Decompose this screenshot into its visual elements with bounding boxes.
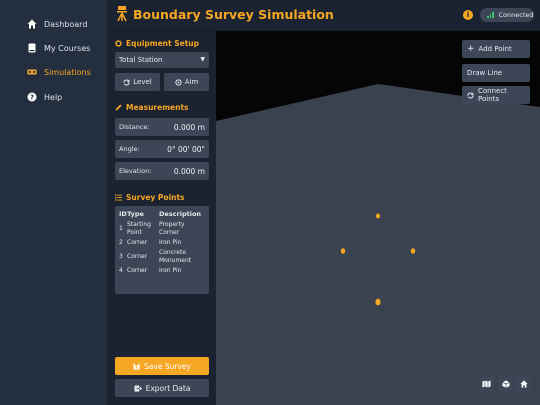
terrain-ground bbox=[216, 84, 540, 405]
equipment-select-value: Total Station bbox=[119, 56, 163, 64]
cell-type: Corner bbox=[127, 267, 148, 274]
ruler-icon bbox=[115, 104, 122, 111]
column-header: Type bbox=[127, 210, 144, 218]
cell-description: Concrete Monument bbox=[159, 249, 192, 264]
draw-line-label: Draw Line bbox=[467, 69, 503, 77]
equipment-select[interactable]: Total Station ▼ bbox=[115, 52, 209, 68]
map-icon bbox=[482, 380, 491, 388]
level-button[interactable]: Level bbox=[115, 73, 160, 91]
svg-text:?: ? bbox=[30, 94, 34, 102]
save-survey-button[interactable]: Save Survey bbox=[115, 357, 209, 375]
angle-readout: Angle: 0° 00' 00" bbox=[115, 140, 209, 158]
sync-icon bbox=[123, 78, 130, 86]
connection-status-text: Connected bbox=[498, 11, 534, 19]
survey-point-marker-1[interactable] bbox=[376, 213, 380, 219]
add-point-label: Add Point bbox=[478, 45, 512, 53]
export-data-label: Export Data bbox=[145, 383, 191, 393]
simulation-viewport[interactable]: + Add Point Draw Line Connect Points bbox=[216, 31, 540, 405]
export-data-button[interactable]: Export Data bbox=[115, 379, 209, 397]
chevron-down-icon: ▼ bbox=[200, 56, 205, 63]
save-icon bbox=[133, 362, 140, 370]
cell-type: Corner bbox=[127, 239, 148, 246]
signal-icon bbox=[487, 12, 494, 18]
control-panel: Equipment Setup Total Station ▼ Level Ai… bbox=[107, 31, 216, 405]
survey-point-marker-2[interactable] bbox=[340, 248, 346, 254]
list-icon bbox=[115, 194, 122, 201]
distance-readout: Distance: 0.000 m bbox=[115, 118, 209, 136]
save-survey-label: Save Survey bbox=[144, 361, 191, 371]
measurements-heading: Measurements bbox=[115, 103, 189, 112]
readout-label: Angle: bbox=[119, 145, 140, 153]
survey-tripod-icon bbox=[116, 6, 128, 22]
cell-type: Corner bbox=[127, 253, 148, 260]
cube-icon bbox=[501, 380, 510, 388]
book-icon bbox=[27, 43, 37, 53]
survey-points-table: ID Type Description 1 Starting Point Pro… bbox=[115, 206, 209, 294]
cell-id: 3 bbox=[119, 253, 123, 260]
cell-type: Starting Point bbox=[127, 221, 151, 236]
cell-description: Iron Pin bbox=[159, 267, 182, 274]
aim-button[interactable]: Aim bbox=[164, 73, 209, 91]
table-header-row: ID Type Description bbox=[119, 210, 205, 220]
sidebar-nav: Dashboard My Courses Simulations ? Help bbox=[0, 0, 107, 405]
readout-value: 0.000 m bbox=[173, 166, 205, 176]
gear-icon bbox=[115, 40, 122, 47]
home-icon bbox=[519, 380, 528, 388]
nav-label: Dashboard bbox=[44, 19, 88, 29]
app-header: Boundary Survey Simulation i Connected bbox=[107, 0, 540, 31]
draw-line-button[interactable]: Draw Line bbox=[462, 64, 530, 82]
readout-value: 0.000 m bbox=[173, 122, 205, 132]
level-button-label: Level bbox=[133, 78, 152, 86]
info-icon[interactable]: i bbox=[463, 10, 473, 20]
aim-button-label: Aim bbox=[184, 78, 199, 86]
section-title: Equipment Setup bbox=[126, 39, 199, 48]
survey-points-heading: Survey Points bbox=[115, 193, 185, 202]
connect-points-button[interactable]: Connect Points bbox=[462, 86, 530, 104]
equipment-setup-heading: Equipment Setup bbox=[115, 39, 199, 48]
table-row[interactable]: 4 Corner Iron Pin bbox=[119, 266, 205, 276]
vr-headset-icon bbox=[27, 67, 37, 77]
cell-id: 4 bbox=[119, 267, 123, 274]
sync-icon bbox=[467, 92, 474, 98]
connection-status-badge: Connected bbox=[480, 8, 534, 22]
cell-id: 2 bbox=[119, 239, 123, 246]
survey-point-marker-4[interactable] bbox=[375, 298, 381, 306]
elevation-readout: Elevation: 0.000 m bbox=[115, 162, 209, 180]
table-row[interactable]: 1 Starting Point Property Corner bbox=[119, 220, 205, 238]
nav-item-my-courses[interactable]: My Courses bbox=[0, 38, 107, 58]
nav-item-dashboard[interactable]: Dashboard bbox=[0, 14, 107, 34]
nav-label: Help bbox=[44, 92, 63, 102]
nav-label: My Courses bbox=[44, 43, 91, 53]
cell-id: 1 bbox=[119, 225, 123, 232]
export-icon bbox=[134, 384, 142, 392]
cell-description: Property Corner bbox=[159, 221, 185, 236]
section-title: Survey Points bbox=[126, 193, 185, 202]
nav-label: Simulations bbox=[44, 67, 91, 77]
readout-label: Elevation: bbox=[119, 167, 152, 175]
readout-value: 0° 00' 00" bbox=[167, 144, 205, 154]
nav-item-simulations[interactable]: Simulations bbox=[0, 62, 107, 82]
connect-points-label: Connect Points bbox=[477, 87, 507, 103]
table-row[interactable]: 3 Corner Concrete Monument bbox=[119, 248, 205, 266]
table-row[interactable]: 2 Corner Iron Pin bbox=[119, 238, 205, 248]
plus-icon: + bbox=[467, 43, 475, 54]
reset-view-button[interactable] bbox=[516, 375, 531, 393]
column-header: ID bbox=[119, 210, 127, 218]
3d-view-button[interactable] bbox=[498, 375, 513, 393]
cell-description: Iron Pin bbox=[159, 239, 182, 246]
question-icon: ? bbox=[27, 92, 37, 102]
home-icon bbox=[27, 19, 37, 29]
survey-point-marker-3[interactable] bbox=[410, 248, 416, 254]
nav-item-help[interactable]: ? Help bbox=[0, 87, 107, 107]
column-header: Description bbox=[159, 210, 202, 218]
map-view-button[interactable] bbox=[479, 375, 494, 393]
add-point-button[interactable]: + Add Point bbox=[462, 40, 530, 58]
readout-label: Distance: bbox=[119, 123, 150, 131]
crosshair-icon bbox=[175, 78, 182, 86]
section-title: Measurements bbox=[126, 103, 189, 112]
page-title: Boundary Survey Simulation bbox=[133, 7, 334, 22]
